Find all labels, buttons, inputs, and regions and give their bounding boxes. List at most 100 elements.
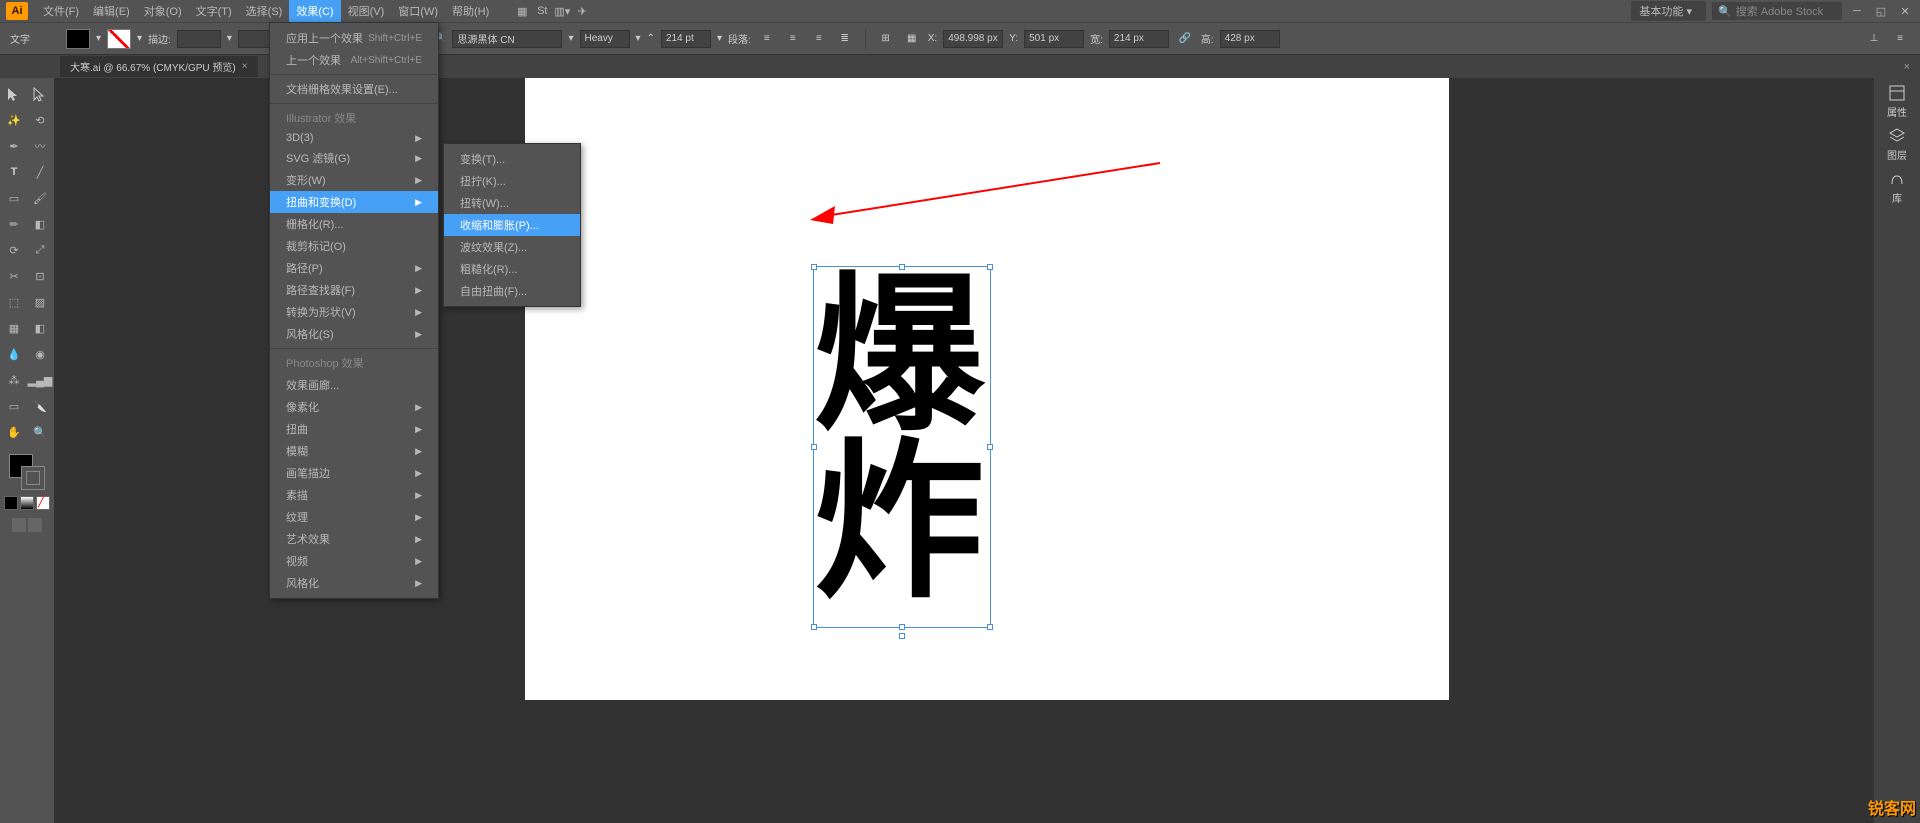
screen-mode[interactable]: [12, 518, 42, 532]
tool-pen[interactable]: ✒: [1, 134, 27, 158]
submenu-free-distort[interactable]: 自由扭曲(F)...: [444, 280, 580, 302]
menu-effect[interactable]: 效果(C): [289, 0, 340, 22]
tool-rotate[interactable]: ⟳: [1, 238, 27, 262]
font-family-input[interactable]: [452, 30, 562, 48]
document-tab[interactable]: 大寒.ai @ 66.67% (CMYK/GPU 预览) ×: [60, 56, 258, 77]
panel-layers[interactable]: 图层: [1887, 127, 1907, 162]
anchor-point-icon[interactable]: ▦: [902, 29, 922, 49]
menu-stylize-ai[interactable]: 风格化(S)▶: [270, 323, 438, 345]
align-left-icon[interactable]: ≡: [757, 29, 777, 49]
pin-icon[interactable]: ⊥: [1864, 29, 1884, 49]
tabbar-close-button[interactable]: ×: [1904, 61, 1910, 73]
menu-pixelate[interactable]: 像素化▶: [270, 396, 438, 418]
tool-gradient[interactable]: ◧: [27, 316, 53, 340]
menu-video[interactable]: 视频▶: [270, 550, 438, 572]
tool-lasso[interactable]: ⟲: [27, 108, 53, 132]
tool-width[interactable]: ✂: [1, 264, 27, 288]
align-center-icon[interactable]: ≡: [783, 29, 803, 49]
tool-blend[interactable]: ◉: [27, 342, 53, 366]
panel-libraries[interactable]: 库: [1888, 170, 1906, 205]
menu-doc-raster-settings[interactable]: 文档栅格效果设置(E)...: [270, 78, 438, 100]
menu-crop-marks[interactable]: 裁剪标记(O): [270, 235, 438, 257]
search-stock[interactable]: 🔍 搜索 Adobe Stock: [1712, 2, 1842, 20]
tool-line[interactable]: ╱: [27, 160, 53, 184]
submenu-roughen[interactable]: 粗糙化(R)...: [444, 258, 580, 280]
artboard[interactable]: 爆炸: [525, 78, 1449, 700]
menu-brush-strokes[interactable]: 画笔描边▶: [270, 462, 438, 484]
color-mode-swatches[interactable]: ╱: [4, 496, 50, 510]
text-frame-selected[interactable]: 爆炸: [813, 266, 991, 628]
tool-selection[interactable]: [1, 82, 27, 106]
tool-symbol-sprayer[interactable]: ⁂: [1, 368, 27, 392]
tool-free-transform[interactable]: ⊡: [27, 264, 53, 288]
tool-artboard[interactable]: ▭: [1, 394, 27, 418]
tool-graph[interactable]: ▂▄▆: [27, 368, 53, 392]
stroke-swatch[interactable]: [107, 29, 131, 49]
menu-texture[interactable]: 纹理▶: [270, 506, 438, 528]
menu-help[interactable]: 帮助(H): [445, 0, 496, 22]
align-right-icon[interactable]: ≡: [809, 29, 829, 49]
menu-object[interactable]: 对象(O): [137, 0, 189, 22]
window-close[interactable]: ✕: [1896, 3, 1914, 19]
menu-path[interactable]: 路径(P)▶: [270, 257, 438, 279]
gpu-icon[interactable]: ✈: [572, 1, 592, 21]
justify-icon[interactable]: ≣: [835, 29, 855, 49]
tool-direct-select[interactable]: [27, 82, 53, 106]
link-wh-icon[interactable]: 🔗: [1175, 29, 1195, 49]
transform-icon[interactable]: ⊞: [876, 29, 896, 49]
tool-magic-wand[interactable]: ✨: [1, 108, 27, 132]
workspace-switcher[interactable]: 基本功能 ▾: [1631, 1, 1706, 21]
tool-mesh[interactable]: ▦: [1, 316, 27, 340]
window-restore[interactable]: ◱: [1872, 3, 1890, 19]
submenu-twist[interactable]: 扭转(W)...: [444, 192, 580, 214]
tool-shaper[interactable]: ✏: [1, 212, 27, 236]
menu-apply-last-effect[interactable]: 应用上一个效果Shift+Ctrl+E: [270, 27, 438, 49]
height-input[interactable]: [1220, 30, 1280, 48]
tab-close-button[interactable]: ×: [242, 61, 248, 72]
menu-type[interactable]: 文字(T): [189, 0, 239, 22]
menu-window[interactable]: 窗口(W): [391, 0, 445, 22]
panel-menu-icon[interactable]: ≡: [1890, 29, 1910, 49]
submenu-tweak[interactable]: 扭拧(K)...: [444, 170, 580, 192]
fill-stroke-control[interactable]: [9, 454, 45, 490]
menu-effect-gallery[interactable]: 效果画廊...: [270, 374, 438, 396]
submenu-pucker-bloat[interactable]: 收缩和膨胀(P)...: [444, 214, 580, 236]
menu-edit[interactable]: 编辑(E): [86, 0, 137, 22]
menu-3d[interactable]: 3D(3)▶: [270, 129, 438, 147]
submenu-zigzag[interactable]: 波纹效果(Z)...: [444, 236, 580, 258]
menu-distort-transform[interactable]: 扭曲和变换(D)▶: [270, 191, 438, 213]
menu-blur[interactable]: 模糊▶: [270, 440, 438, 462]
menu-select[interactable]: 选择(S): [239, 0, 290, 22]
tool-hand[interactable]: ✋: [1, 420, 27, 444]
submenu-transform[interactable]: 变换(T)...: [444, 148, 580, 170]
font-weight-input[interactable]: [580, 30, 630, 48]
stroke-weight-input[interactable]: [177, 30, 221, 48]
text-outport-handle[interactable]: [899, 633, 905, 639]
menu-stylize-ps[interactable]: 风格化▶: [270, 572, 438, 594]
stock-icon[interactable]: St: [532, 1, 552, 21]
menu-file[interactable]: 文件(F): [36, 0, 86, 22]
tool-rectangle[interactable]: ▭: [1, 186, 27, 210]
window-minimize[interactable]: ─: [1848, 3, 1866, 19]
menu-pathfinder[interactable]: 路径查找器(F)▶: [270, 279, 438, 301]
tool-paintbrush[interactable]: 🖌: [27, 186, 53, 210]
tool-slice[interactable]: 🔪: [27, 394, 53, 418]
panel-properties[interactable]: 属性: [1887, 84, 1907, 119]
font-size-input[interactable]: [661, 30, 711, 48]
tool-type[interactable]: T: [1, 160, 27, 184]
menu-distort-ps[interactable]: 扭曲▶: [270, 418, 438, 440]
menu-sketch[interactable]: 素描▶: [270, 484, 438, 506]
menu-warp[interactable]: 变形(W)▶: [270, 169, 438, 191]
width-input[interactable]: [1109, 30, 1169, 48]
menu-svg-filters[interactable]: SVG 滤镜(G)▶: [270, 147, 438, 169]
tool-eyedropper[interactable]: 💧: [1, 342, 27, 366]
x-input[interactable]: [943, 30, 1003, 48]
tool-eraser[interactable]: ◧: [27, 212, 53, 236]
y-input[interactable]: [1024, 30, 1084, 48]
menu-last-effect[interactable]: 上一个效果Alt+Shift+Ctrl+E: [270, 49, 438, 71]
tool-zoom[interactable]: 🔍: [27, 420, 53, 444]
menu-rasterize[interactable]: 栅格化(R)...: [270, 213, 438, 235]
tool-curvature[interactable]: 〰: [27, 134, 53, 158]
menu-artistic[interactable]: 艺术效果▶: [270, 528, 438, 550]
arrange-icon[interactable]: ▥▾: [552, 1, 572, 21]
